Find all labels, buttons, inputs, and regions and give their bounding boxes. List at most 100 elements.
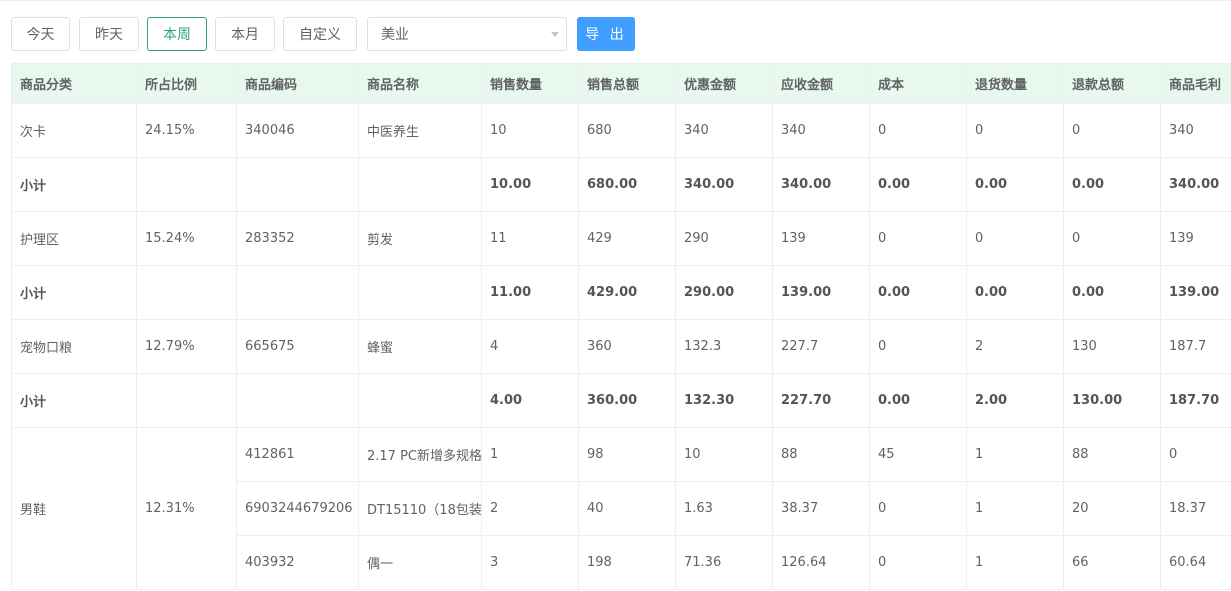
table-cell: 0	[869, 319, 967, 374]
subtotal-cell: 0.00	[966, 157, 1064, 212]
table-cell: 1	[481, 427, 579, 482]
empty-cell	[136, 157, 237, 212]
subtotal-cell: 0.00	[869, 373, 967, 428]
table-row: 男鞋 12.31% 412861 2.17 PC新增多规格 1 98 10 88 45 1 88 0	[11, 427, 1231, 590]
subtotal-cell: 139.00	[772, 265, 870, 320]
table-cell: 198	[578, 535, 676, 590]
table-cell: 4	[481, 319, 579, 374]
subtotal-cell: 340.00	[772, 157, 870, 212]
table-cell: 132.3	[675, 319, 773, 374]
table-cell: 偶一	[358, 535, 482, 590]
column-header: 成本	[869, 63, 967, 104]
empty-cell	[236, 373, 359, 428]
subtotal-cell: 130.00	[1063, 373, 1161, 428]
table-cell: 3	[481, 535, 579, 590]
table-cell: 剪发	[358, 211, 482, 266]
table-row: 次卡 24.15% 340046 中医养生 10 680 340 340 0 0 0 340	[11, 103, 1231, 158]
table-cell: 0	[966, 211, 1064, 266]
table-cell: 2.17 PC新增多规格	[358, 427, 482, 482]
subtotal-label: 小计	[11, 373, 137, 428]
table-cell: 蜂蜜	[358, 319, 482, 374]
column-header: 应收金额	[772, 63, 870, 104]
subtotal-cell: 0.00	[869, 157, 967, 212]
yesterday-button[interactable]: 昨天	[79, 17, 139, 51]
subtotal-cell: 2.00	[966, 373, 1064, 428]
table-cell: 88	[772, 427, 870, 482]
table-cell: 1	[966, 535, 1064, 590]
table-cell: 290	[675, 211, 773, 266]
table-cell: 139	[772, 211, 870, 266]
subtotal-cell: 4.00	[481, 373, 579, 428]
subtotal-cell: 340.00	[1160, 157, 1231, 212]
this-month-button[interactable]: 本月	[215, 17, 275, 51]
subtotal-cell: 10.00	[481, 157, 579, 212]
export-button[interactable]: 导 出	[577, 17, 635, 51]
empty-cell	[358, 265, 482, 320]
empty-cell	[136, 373, 237, 428]
subtotal-cell: 187.70	[1160, 373, 1231, 428]
table-cell: 38.37	[772, 481, 870, 536]
table-cell: 1.63	[675, 481, 773, 536]
table-cell: 283352	[236, 211, 359, 266]
sales-table: 商品分类 所占比例 商品编码 商品名称 销售数量 销售总额 优惠金额 应收金额 成本 退货数量 退款…	[11, 63, 1231, 591]
category-select-value: 美业	[381, 27, 409, 43]
subtotal-cell: 11.00	[481, 265, 579, 320]
table-cell: 187.7	[1160, 319, 1231, 374]
ratio-cell: 15.24%	[136, 211, 237, 266]
table-cell: 340	[675, 103, 773, 158]
table-cell: 0	[869, 481, 967, 536]
table-cell: 227.7	[772, 319, 870, 374]
table-cell: 中医养生	[358, 103, 482, 158]
column-header: 销售数量	[481, 63, 579, 104]
table-cell: 680	[578, 103, 676, 158]
table-cell: 0	[869, 103, 967, 158]
table-cell: 340046	[236, 103, 359, 158]
subtotal-cell: 139.00	[1160, 265, 1231, 320]
column-header: 销售总额	[578, 63, 676, 104]
table-cell: 360	[578, 319, 676, 374]
table-cell: 1	[966, 427, 1064, 482]
table-cell: 10	[481, 103, 579, 158]
subtotal-cell: 360.00	[578, 373, 676, 428]
table-cell: 40	[578, 481, 676, 536]
subtotal-cell: 429.00	[578, 265, 676, 320]
table-cell: 88	[1063, 427, 1161, 482]
subtotal-cell: 680.00	[578, 157, 676, 212]
subtotal-label: 小计	[11, 157, 137, 212]
table-cell: 10	[675, 427, 773, 482]
ratio-cell: 12.79%	[136, 319, 237, 374]
table-cell: 139	[1160, 211, 1231, 266]
subtotal-cell: 290.00	[675, 265, 773, 320]
table-cell: 18.37	[1160, 481, 1231, 536]
table-cell: 20	[1063, 481, 1161, 536]
empty-cell	[358, 157, 482, 212]
table-cell: 126.64	[772, 535, 870, 590]
table-cell: 0	[1063, 103, 1161, 158]
table-cell: 2	[481, 481, 579, 536]
subtotal-cell: 340.00	[675, 157, 773, 212]
category-cell: 男鞋	[11, 427, 137, 590]
this-week-button[interactable]: 本周	[147, 17, 207, 51]
subtotal-cell: 132.30	[675, 373, 773, 428]
custom-range-button[interactable]: 自定义	[283, 17, 357, 51]
table-cell: 1	[966, 481, 1064, 536]
table-cell: 45	[869, 427, 967, 482]
table-cell: 0	[966, 103, 1064, 158]
category-select[interactable]: 美业	[367, 17, 567, 51]
table-cell: 429	[578, 211, 676, 266]
table-cell: 340	[772, 103, 870, 158]
ratio-cell: 24.15%	[136, 103, 237, 158]
table-cell: 130	[1063, 319, 1161, 374]
subtotal-label: 小计	[11, 265, 137, 320]
table-cell: 6903244679206	[236, 481, 359, 536]
today-button[interactable]: 今天	[11, 17, 70, 51]
table-cell: DT15110（18包装）	[358, 481, 482, 536]
column-header: 退货数量	[966, 63, 1064, 104]
subtotal-cell: 0.00	[1063, 157, 1161, 212]
subtotal-row: 小计 4.00 360.00 132.30 227.70 0.00 2.00 130.00 18…	[11, 373, 1231, 428]
table-cell: 0	[869, 535, 967, 590]
table-cell: 0	[1160, 427, 1231, 482]
table-cell: 412861	[236, 427, 359, 482]
table-cell: 0	[869, 211, 967, 266]
table-cell: 2	[966, 319, 1064, 374]
